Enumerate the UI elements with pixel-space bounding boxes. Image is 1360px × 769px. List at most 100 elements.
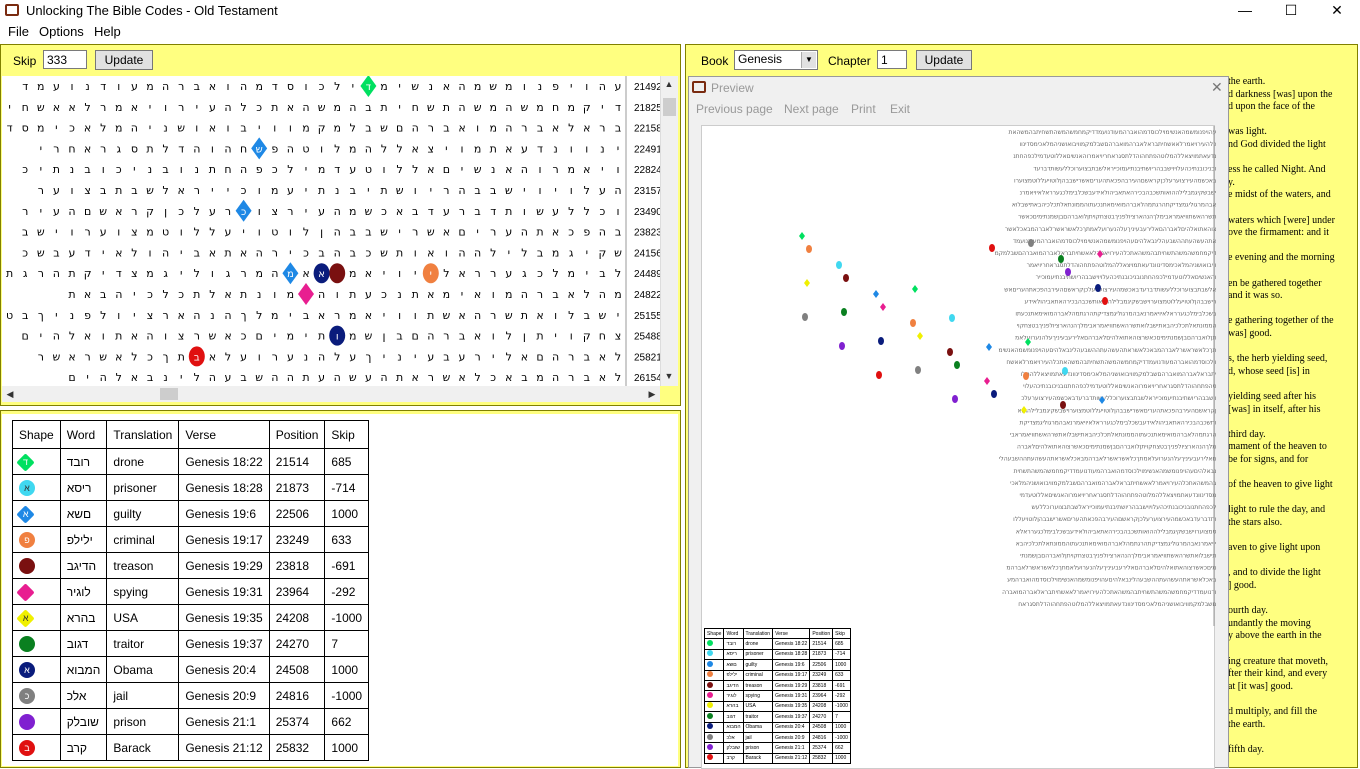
table-row[interactable]: דגוב traitor Genesis 19:37 24270 7 — [12, 630, 370, 657]
grid-letter: ם — [84, 205, 91, 218]
grid-letter: ש — [599, 309, 607, 322]
grid-letter: י — [149, 122, 151, 135]
next-page-button[interactable]: Next page — [784, 102, 839, 116]
grid-letter: ש — [99, 350, 107, 363]
chapter-update-button[interactable]: Update — [916, 50, 972, 70]
chapter-input[interactable] — [877, 50, 907, 69]
word-cell: המבוא — [59, 656, 108, 683]
skip-cell: -714 — [324, 474, 370, 501]
preview-header-cell: Shape — [703, 627, 725, 640]
previous-page-button[interactable]: Previous page — [696, 102, 773, 116]
exit-button[interactable]: Exit — [890, 102, 910, 116]
grid-letter: ה — [302, 101, 309, 114]
grid-letter: א — [84, 122, 91, 135]
grid-letter: ן — [523, 330, 526, 343]
grid-letter: ל — [69, 330, 75, 343]
table-row[interactable]: שובלק prison Genesis 21:1 25374 662 — [12, 708, 370, 735]
grid-letter: ר — [84, 226, 90, 239]
menu-options[interactable]: Options — [39, 24, 84, 39]
grid-letter: ר — [443, 330, 449, 343]
table-row[interactable]: ד רובד drone Genesis 18:22 21514 685 — [12, 448, 370, 475]
scroll-thumb-horizontal[interactable] — [160, 388, 178, 400]
grid-letter: י — [180, 246, 182, 259]
preview-grid-row: מלךהנהארציולפניךבטצחקויתןלואברהםבןשמנתימ… — [1017, 444, 1216, 451]
grid-letter: ת — [490, 142, 497, 155]
preview-position-cell: 23818 — [809, 679, 834, 692]
grid-letter: מ — [271, 184, 278, 197]
close-button[interactable]: ✕ — [1314, 0, 1360, 22]
scroll-thumb[interactable] — [663, 98, 676, 116]
grid-letter: ר — [537, 288, 543, 301]
grid-letter: ר — [459, 205, 465, 218]
grid-marker[interactable] — [298, 283, 314, 305]
grid-letter: פ — [256, 163, 263, 176]
skip-cell: 1000 — [324, 734, 370, 761]
skip-update-button[interactable]: Update — [95, 50, 153, 70]
table-row[interactable]: א המבוא Obama Genesis 20:4 24508 1000 — [12, 656, 370, 683]
grid-letter: ר — [100, 101, 106, 114]
scroll-right-icon[interactable]: ▶ — [644, 386, 660, 402]
shape-letter: א — [24, 664, 30, 675]
preview-grid-row: וויבואושניהמלאכימסדינוונדעאתמויצאללהמלוט… — [1027, 262, 1216, 269]
preview-grid-row: כלהעירויאמרלאאשחיתבראלאברהמואברהםשבלמקמו… — [1019, 141, 1216, 148]
grid-letter: ה — [240, 163, 247, 176]
grid-marker[interactable] — [329, 263, 346, 284]
grid-letter: ו — [414, 246, 417, 259]
grid-letter: ה — [287, 142, 294, 155]
preview-grid-row: טהפתחהוהדלתסגראחריויאמרוהאנשיםאללוטעדמיל… — [1023, 383, 1216, 390]
grid-letter: ת — [178, 350, 185, 363]
verse-text: the earth. d darkness [was] upon the d upo… — [1228, 74, 1350, 766]
preview-grid-row: נבאלהיםעהויפנומשמהאנשימוילכוסדמהואברהמעו… — [1014, 468, 1216, 475]
minimize-button[interactable]: — — [1222, 0, 1268, 22]
preview-translation-cell: criminal — [742, 669, 774, 681]
table-row[interactable]: א םשא guilty Genesis 19:6 22506 1000 — [12, 500, 370, 527]
print-button[interactable]: Print — [851, 102, 876, 116]
preview-grid-row: יתבראלאברהמואברהםשבלמקמוויבואושניהמלאכימ… — [1021, 371, 1216, 378]
grid-vertical-scrollbar[interactable]: ▲ ▼ — [660, 76, 678, 386]
grid-letter: ב — [162, 163, 168, 176]
grid-letter: מ — [318, 163, 325, 176]
grid-letter: כ — [116, 163, 122, 176]
grid-letter: ת — [396, 371, 403, 384]
scroll-left-icon[interactable]: ◀ — [2, 386, 18, 402]
grid-letter: מ — [146, 80, 153, 93]
preview-word-cell: שובלק — [723, 742, 744, 754]
preview-translation-cell: jail — [742, 731, 774, 744]
scroll-down-icon[interactable]: ▼ — [661, 368, 677, 384]
verse-cell: Genesis 19:17 — [178, 526, 270, 553]
skip-cell: 7 — [324, 630, 370, 657]
maximize-button[interactable]: ☐ — [1268, 0, 1314, 22]
grid-letter: ת — [302, 371, 309, 384]
table-row[interactable]: הדיגב treason Genesis 19:29 23818 -691 — [12, 552, 370, 579]
grid-letter: כ — [241, 184, 247, 197]
grid-letter: צ — [272, 205, 279, 218]
grid-letter: ע — [349, 163, 356, 176]
table-row[interactable]: א בהרא USA Genesis 19:35 24208 -1000 — [12, 604, 370, 631]
grid-letter: ג — [522, 267, 527, 280]
table-row[interactable]: ב קרב Barack Genesis 21:12 25832 1000 — [12, 734, 370, 761]
skip-cell: -691 — [324, 552, 370, 579]
grid-letter: ב — [459, 330, 465, 343]
book-select[interactable]: Genesis ▼ — [734, 50, 818, 70]
grid-letter: י — [40, 142, 42, 155]
word-cell: רובד — [59, 448, 108, 475]
preview-close-icon[interactable]: ✕ — [1211, 79, 1223, 96]
position-cell: 23249 — [268, 526, 326, 553]
grid-letter: ב — [537, 122, 543, 135]
table-row[interactable]: לוגיר spying Genesis 19:31 23964 -292 — [12, 578, 370, 605]
skip-input[interactable] — [43, 50, 87, 69]
grid-letter: א — [427, 246, 434, 259]
table-row[interactable]: פ ילילפ criminal Genesis 19:17 23249 633 — [12, 526, 370, 553]
grid-horizontal-scrollbar[interactable]: ◀ ▶ — [2, 386, 660, 402]
menu-file[interactable]: File — [8, 24, 29, 39]
grid-row-position: 21825 — [634, 103, 662, 114]
letter-grid[interactable]: עהויפנומשמהאנשימוילכוסדמהואברהמעודנועמד2… — [2, 76, 664, 386]
grid-letter: ה — [380, 371, 387, 384]
grid-letter: ת — [68, 267, 75, 280]
table-row[interactable]: כ אלכ jail Genesis 20:9 24816 -1000 — [12, 682, 370, 709]
chevron-down-icon[interactable]: ▼ — [801, 52, 816, 68]
menu-help[interactable]: Help — [94, 24, 121, 39]
scroll-up-icon[interactable]: ▲ — [661, 76, 677, 92]
table-row[interactable]: א ריסא prisoner Genesis 18:28 21873 -714 — [12, 474, 370, 501]
grid-letter: ל — [490, 246, 496, 259]
